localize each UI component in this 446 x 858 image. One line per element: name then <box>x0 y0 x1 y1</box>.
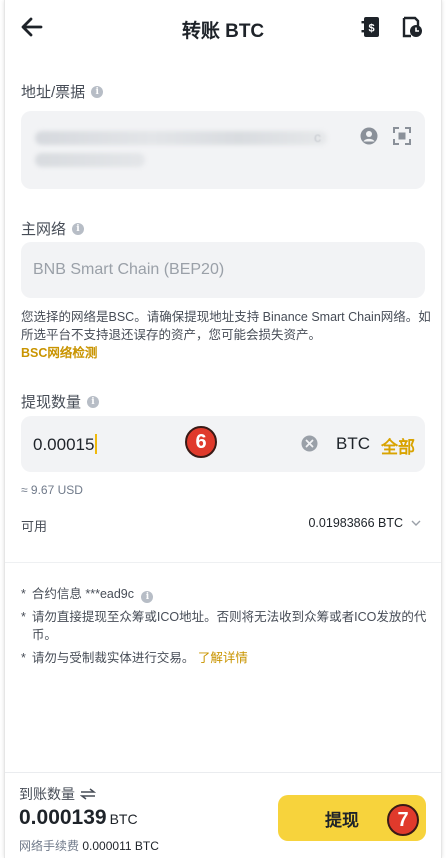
note-bullet: * <box>21 651 26 665</box>
bsc-check-link[interactable]: BSC网络检测 <box>21 344 433 362</box>
note-bullet: * <box>21 587 26 601</box>
info-icon[interactable]: i <box>91 85 104 98</box>
bottom-bar: 到账数量 0.000139 BTC 网络手续费 0.000011 BTC 提现 <box>5 772 441 858</box>
contact-icon[interactable] <box>360 127 378 145</box>
note-text: 请勿直接提现至众筹或ICO地址。否则将无法收到众筹或者ICO发放的代币。 <box>31 610 427 642</box>
address-label-row: 地址/票据 i <box>21 81 104 102</box>
address-label: 地址/票据 <box>21 84 86 101</box>
clear-icon[interactable] <box>301 435 318 452</box>
header: 转账 BTC $ <box>5 0 441 56</box>
network-select[interactable]: BNB Smart Chain (BEP20) <box>21 242 425 298</box>
available-value: 0.01983866 BTC <box>308 516 403 530</box>
network-label-row: 主网络 i <box>21 218 85 239</box>
address-input[interactable]: c <box>21 111 425 189</box>
network-note: 您选择的网络是BSC。请确保提现地址支持 Binance Smart Chain… <box>21 308 433 362</box>
receive-label: 到账数量 <box>19 786 75 802</box>
withdraw-page: 转账 BTC $ 地址/票据 i c 主网络 i BNB Smart Chain… <box>4 0 442 858</box>
available-balance[interactable]: 0.01983866 BTC <box>308 516 421 530</box>
blurred-address-tail: c <box>314 129 321 145</box>
usd-approx: ≈ 9.67 USD <box>21 483 83 497</box>
notes-list: * 合约信息 ***ead9c i * 请勿直接提现至众筹或ICO地址。否则将无… <box>21 585 431 672</box>
amount-unit: BTC <box>336 434 370 453</box>
fee-value: 0.000011 BTC <box>82 839 159 853</box>
learn-more-link[interactable]: 了解详情 <box>198 651 248 665</box>
info-icon[interactable]: i <box>141 591 154 603</box>
amount-value: 0.00015 <box>33 435 95 454</box>
network-label: 主网络 <box>21 221 67 238</box>
scan-icon[interactable] <box>393 127 411 145</box>
info-icon[interactable]: i <box>87 395 100 408</box>
info-icon[interactable]: i <box>72 222 85 235</box>
receive-unit: BTC <box>109 811 138 827</box>
history-icon[interactable] <box>401 16 423 38</box>
amount-label: 提现数量 <box>21 394 82 411</box>
network-note-text: 您选择的网络是BSC。请确保提现地址支持 Binance Smart Chain… <box>21 310 431 342</box>
step-badge-6: 6 <box>185 426 217 458</box>
blurred-address-line2 <box>35 153 145 167</box>
network-fee: 网络手续费 0.000011 BTC <box>19 837 159 854</box>
network-value: BNB Smart Chain (BEP20) <box>33 261 225 278</box>
note-sanctions: * 请勿与受制裁实体进行交易。 了解详情 <box>21 649 431 667</box>
receive-amount: 0.000139 BTC <box>19 806 138 830</box>
note-text: 合约信息 ***ead9c <box>31 587 134 601</box>
amount-field[interactable]: 0.00015 <box>33 434 98 455</box>
receive-value: 0.000139 <box>19 806 107 829</box>
max-amount-button[interactable]: 全部 <box>381 433 415 458</box>
chevron-down-icon <box>411 520 421 526</box>
amount-input[interactable]: 0.00015 BTC 全部 <box>21 416 425 472</box>
available-label: 可用 <box>21 519 48 534</box>
note-contract: * 合约信息 ***ead9c i <box>21 585 431 603</box>
note-ico: * 请勿直接提现至众筹或ICO地址。否则将无法收到众筹或者ICO发放的代币。 <box>21 608 431 644</box>
address-book-icon[interactable]: $ <box>361 16 381 38</box>
blurred-address-line1 <box>35 131 327 145</box>
svg-text:$: $ <box>368 23 374 35</box>
note-text: 请勿与受制裁实体进行交易。 <box>31 651 195 665</box>
note-bullet: * <box>21 610 26 624</box>
fee-label: 网络手续费 <box>19 839 80 853</box>
swap-icon[interactable] <box>80 788 96 800</box>
amount-label-row: 提现数量 i <box>21 391 100 412</box>
receive-label-row: 到账数量 <box>19 784 96 804</box>
text-caret <box>95 434 98 454</box>
divider <box>5 562 441 563</box>
step-badge-7: 7 <box>387 804 419 836</box>
